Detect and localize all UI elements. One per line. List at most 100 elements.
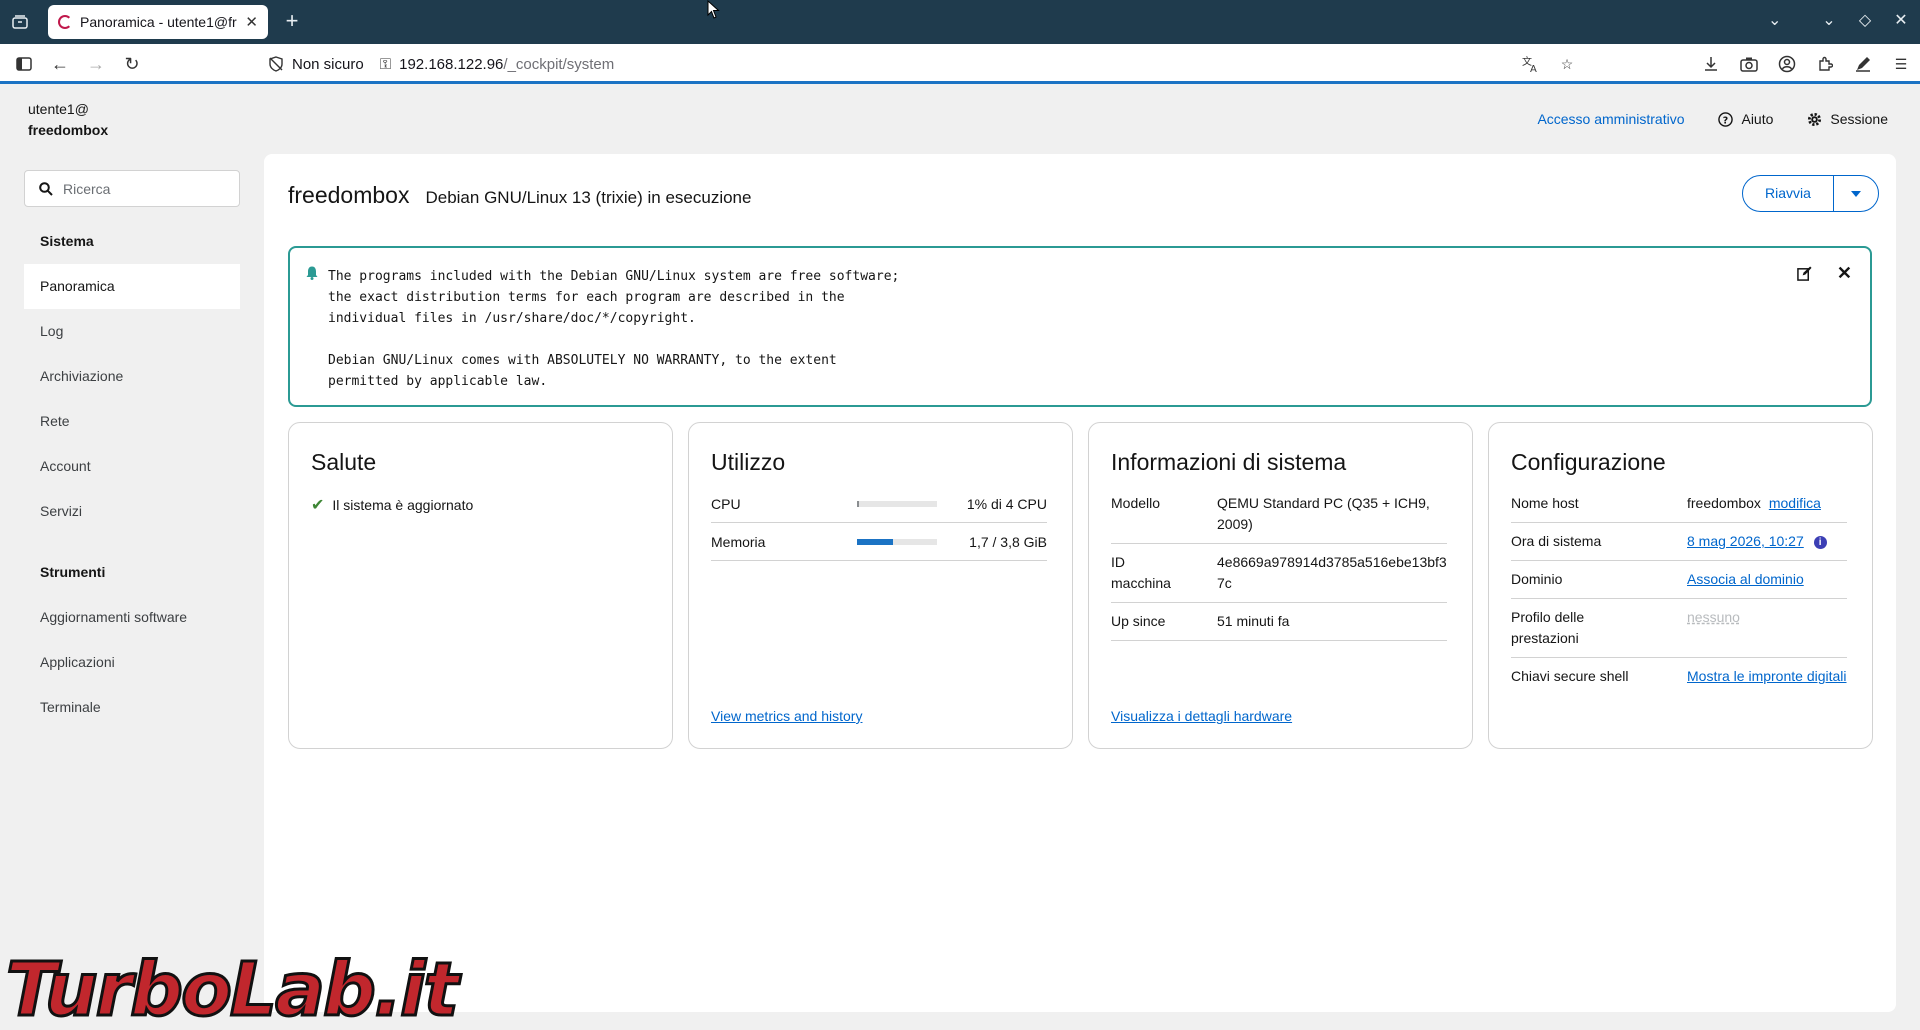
account-icon[interactable] bbox=[1776, 53, 1798, 75]
view-metrics-link[interactable]: View metrics and history bbox=[711, 708, 862, 724]
url-bar-actions: 文A ☆ bbox=[1520, 53, 1578, 75]
system-time-row: Ora di sistema 8 mag 2026, 10:27 i bbox=[1511, 523, 1847, 561]
search-field[interactable] bbox=[24, 170, 240, 207]
system-time-cell: 8 mag 2026, 10:27 i bbox=[1687, 531, 1847, 552]
ssh-keys-row: Chiavi secure shell Mostra le impronte d… bbox=[1511, 658, 1847, 695]
url-bar[interactable]: Non sicuro ⚿ 192.168.122.96 /_cockpit/sy… bbox=[268, 49, 1578, 79]
machine-id-value: 4e8669a978914d3785a516ebe13bf37c bbox=[1217, 554, 1447, 591]
session-host: freedombox bbox=[28, 122, 109, 138]
ssh-keys-label: Chiavi secure shell bbox=[1511, 668, 1629, 684]
reload-icon[interactable]: ↻ bbox=[120, 52, 144, 76]
motd-alert: The programs included with the Debian GN… bbox=[288, 246, 1872, 407]
browser-tab-active[interactable]: Panoramica - utente1@fre ✕ bbox=[48, 5, 268, 39]
sidebar-nav: Sistema Panoramica Log Archiviazione Ret… bbox=[24, 219, 240, 730]
model-value: QEMU Standard PC (Q35 + ICH9, 2009) bbox=[1217, 495, 1430, 532]
configuration-card: Configurazione Nome host freedombox modi… bbox=[1488, 422, 1873, 749]
top-navigation: Accesso amministrativo ? Aiuto Sessione bbox=[1537, 111, 1888, 127]
download-icon[interactable] bbox=[1700, 53, 1722, 75]
list-all-tabs-icon[interactable]: ⌄ bbox=[1768, 10, 1781, 30]
search-input[interactable] bbox=[63, 180, 213, 197]
security-label[interactable]: Non sicuro bbox=[292, 56, 364, 73]
sidebar-item-overview[interactable]: Panoramica bbox=[24, 264, 240, 309]
hostname-value-cell: freedombox modifica bbox=[1687, 493, 1847, 514]
hardware-details-link[interactable]: Visualizza i dettagli hardware bbox=[1111, 708, 1292, 724]
maximize-icon[interactable]: ◇ bbox=[1856, 10, 1874, 30]
motd-text: The programs included with the Debian GN… bbox=[328, 269, 900, 389]
performance-profile-cell: nessuno bbox=[1687, 607, 1847, 649]
sidebar-item-network[interactable]: Rete bbox=[24, 399, 240, 444]
key-icon[interactable]: ⚿ bbox=[380, 56, 391, 73]
cockpit-app: utente1@ freedombox Accesso amministrati… bbox=[0, 87, 1920, 1030]
menu-hamburger-icon[interactable]: ☰ bbox=[1890, 53, 1912, 75]
edit-hostname-link[interactable]: modifica bbox=[1769, 495, 1821, 511]
screenshot-camera-icon[interactable] bbox=[1738, 53, 1760, 75]
up-since-value: 51 minuti fa bbox=[1217, 613, 1290, 629]
tab-overview-icon[interactable] bbox=[8, 11, 32, 33]
memory-value: 1,7 / 3,8 GiB bbox=[969, 533, 1047, 550]
system-time-label: Ora di sistema bbox=[1511, 533, 1602, 549]
session-user: utente1@ bbox=[28, 101, 89, 117]
pen-tool-icon[interactable] bbox=[1852, 53, 1874, 75]
performance-profile-value[interactable]: nessuno bbox=[1687, 609, 1740, 625]
up-since-row: Up since 51 minuti fa bbox=[1111, 603, 1447, 641]
restart-button[interactable]: Riavvia bbox=[1743, 176, 1834, 211]
cpu-usage-bar bbox=[857, 500, 937, 507]
model-label: Modello bbox=[1111, 495, 1161, 511]
admin-access-link[interactable]: Accesso amministrativo bbox=[1537, 111, 1684, 127]
mouse-cursor-icon bbox=[707, 0, 720, 19]
config-rows: Nome host freedombox modifica Ora di sis… bbox=[1511, 485, 1847, 695]
info-icon[interactable]: i bbox=[1813, 535, 1827, 549]
browser-nav-bar: ← → ↻ Non sicuro ⚿ 192.168.122.96 /_cock… bbox=[0, 44, 1920, 84]
sidebar-item-applications[interactable]: Applicazioni bbox=[24, 640, 240, 685]
new-tab-button[interactable]: + bbox=[280, 10, 304, 34]
help-menu[interactable]: ? Aiuto bbox=[1718, 111, 1773, 127]
hostname-label: Nome host bbox=[1511, 495, 1579, 511]
sidebar-item-storage[interactable]: Archiviazione bbox=[24, 354, 240, 399]
minimize-icon[interactable]: ⌄ bbox=[1820, 10, 1838, 30]
translate-icon[interactable]: 文A bbox=[1520, 53, 1542, 75]
performance-profile-row: Profilo delle prestazioni nessuno bbox=[1511, 599, 1847, 658]
forward-icon[interactable]: → bbox=[84, 52, 108, 76]
page-hostname: freedombox bbox=[288, 182, 410, 208]
sidebar-item-log[interactable]: Log bbox=[24, 309, 240, 354]
sidebar-item-accounts[interactable]: Account bbox=[24, 444, 240, 489]
tab-close-icon[interactable]: ✕ bbox=[245, 13, 258, 31]
turbolab-watermark-logo: TurboLab.it bbox=[5, 947, 461, 1030]
join-domain-link[interactable]: Associa al dominio bbox=[1687, 571, 1804, 587]
config-title: Configurazione bbox=[1511, 449, 1666, 475]
close-window-icon[interactable]: ✕ bbox=[1892, 10, 1910, 30]
health-title: Salute bbox=[311, 449, 377, 475]
cpu-usage-row: CPU 1% di 4 CPU bbox=[711, 485, 1047, 523]
sidebar-item-software-updates[interactable]: Aggiornamenti software bbox=[24, 595, 240, 640]
browser-toolbar: ☰ bbox=[1700, 53, 1912, 75]
extensions-icon[interactable] bbox=[1814, 53, 1836, 75]
page-title: freedombox Debian GNU/Linux 13 (trixie) … bbox=[288, 182, 751, 209]
model-row: Modello QEMU Standard PC (Q35 + ICH9, 20… bbox=[1111, 485, 1447, 544]
sysinfo-rows: Modello QEMU Standard PC (Q35 + ICH9, 20… bbox=[1111, 485, 1447, 641]
restart-dropdown-toggle[interactable] bbox=[1834, 176, 1878, 211]
sidebar-item-services[interactable]: Servizi bbox=[24, 489, 240, 534]
sidebar-toggle-icon[interactable] bbox=[12, 52, 36, 76]
health-status-text: Il sistema è aggiornato bbox=[332, 497, 474, 513]
overview-main: freedombox Debian GNU/Linux 13 (trixie) … bbox=[264, 154, 1896, 1012]
memory-usage-row: Memoria 1,7 / 3,8 GiB bbox=[711, 523, 1047, 561]
insecure-shield-icon bbox=[269, 56, 283, 72]
sidebar-item-terminal[interactable]: Terminale bbox=[24, 685, 240, 730]
url-host: 192.168.122.96 bbox=[399, 55, 504, 73]
up-since-label: Up since bbox=[1111, 613, 1166, 629]
back-icon[interactable]: ← bbox=[48, 52, 72, 76]
edit-motd-icon[interactable] bbox=[1797, 266, 1812, 285]
cpu-value: 1% di 4 CPU bbox=[966, 495, 1047, 512]
close-motd-icon[interactable]: ✕ bbox=[1837, 263, 1852, 284]
ssh-fingerprints-link[interactable]: Mostra le impronte digitali bbox=[1687, 668, 1847, 684]
machine-id-label: ID macchina bbox=[1111, 554, 1171, 591]
restart-split-button: Riavvia bbox=[1742, 175, 1879, 212]
cpu-label: CPU bbox=[711, 495, 741, 512]
system-time-link[interactable]: 8 mag 2026, 10:27 bbox=[1687, 533, 1804, 549]
hostname-value: freedombox bbox=[1687, 495, 1761, 511]
bookmark-star-icon[interactable]: ☆ bbox=[1556, 53, 1578, 75]
domain-label: Dominio bbox=[1511, 571, 1563, 587]
usage-rows: CPU 1% di 4 CPU Memoria 1,7 / 3,8 GiB bbox=[711, 485, 1047, 561]
session-menu[interactable]: Sessione bbox=[1807, 111, 1888, 127]
